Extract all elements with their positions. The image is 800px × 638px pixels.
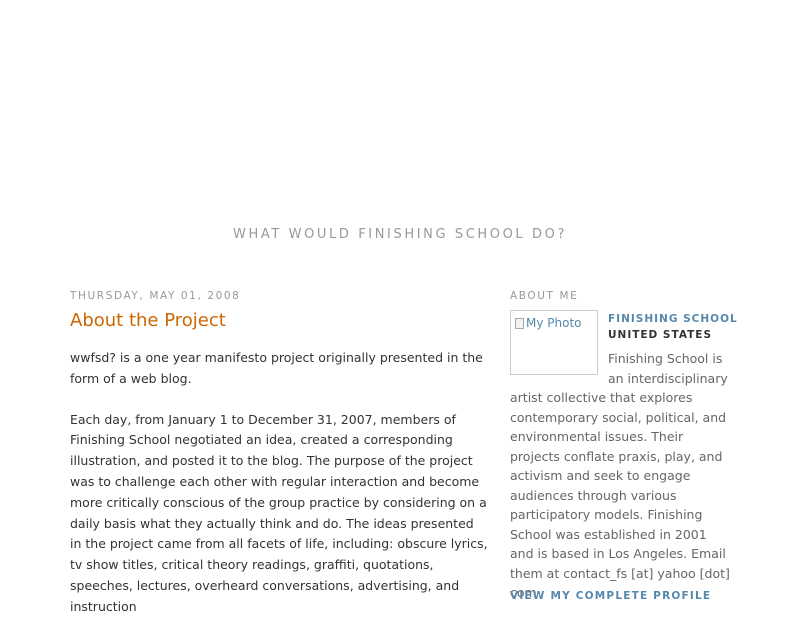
profile-description: Finishing School is an interdisciplinary… bbox=[510, 351, 730, 600]
post-date: Thursday, May 01, 2008 bbox=[70, 290, 241, 302]
photo-spacer bbox=[510, 349, 608, 377]
profile-name-link[interactable]: Finishing School bbox=[608, 313, 738, 325]
blog-title[interactable]: What would finishing school do? bbox=[0, 227, 800, 242]
profile-photo-alt[interactable]: My Photo bbox=[515, 316, 582, 330]
post-paragraph: wwfsd? is a one year manifesto project o… bbox=[70, 350, 483, 386]
broken-image-icon bbox=[515, 317, 524, 329]
post-title[interactable]: About the Project bbox=[70, 310, 226, 331]
post-body: wwfsd? is a one year manifesto project o… bbox=[70, 348, 488, 638]
about-me-heading: About Me bbox=[510, 290, 579, 302]
profile-description-block: Finishing School is an interdisciplinary… bbox=[510, 349, 732, 603]
photo-alt-text: My Photo bbox=[526, 316, 582, 330]
post-paragraph: Each day, from January 1 to December 31,… bbox=[70, 411, 488, 614]
view-profile-link[interactable]: View my complete profile bbox=[510, 590, 711, 602]
profile-location: United States bbox=[608, 329, 713, 341]
